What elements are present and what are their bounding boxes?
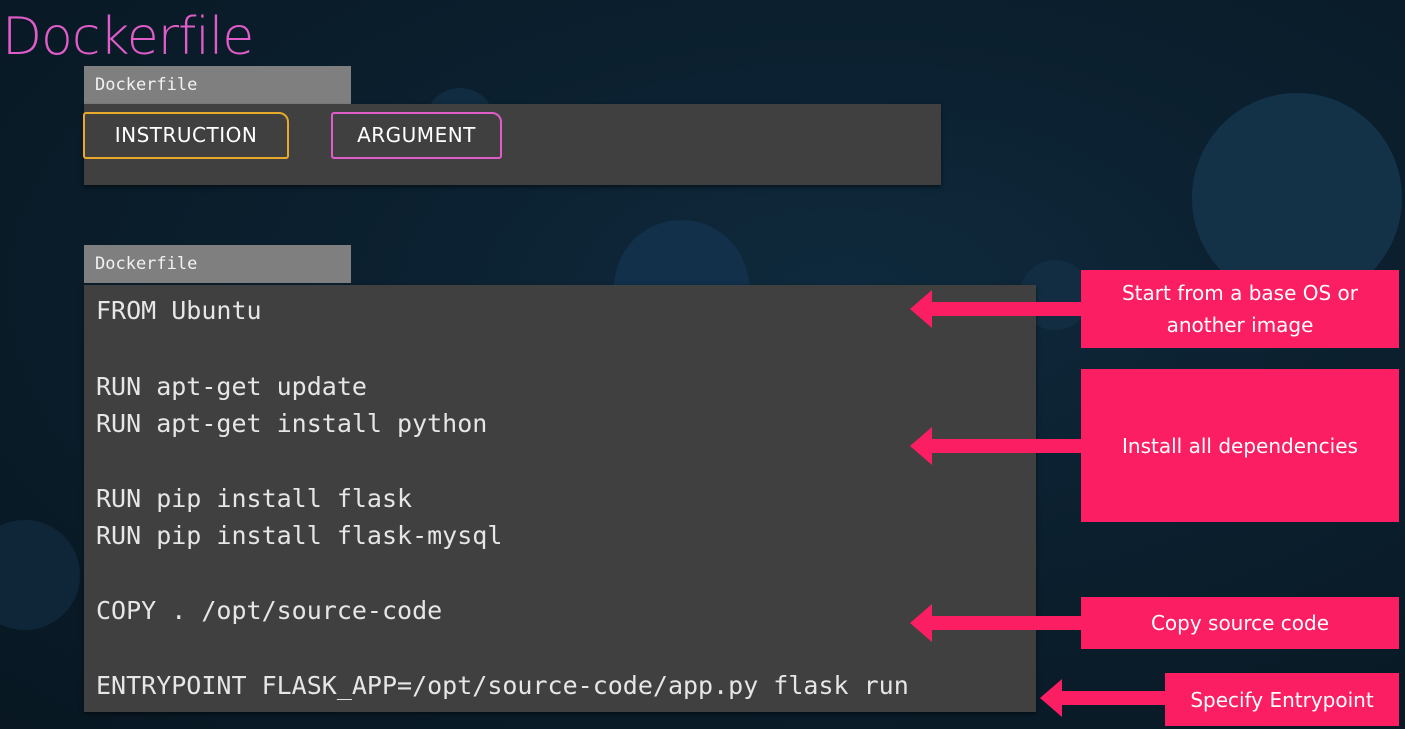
arrow-left-icon bbox=[910, 604, 1083, 642]
callout-base-os-text: Start from a base OS or another image bbox=[1121, 281, 1358, 337]
callout-copy-source-text: Copy source code bbox=[1150, 611, 1330, 635]
page-title: Dockerfile bbox=[2, 7, 254, 67]
bottom-dockerfile-tab: Dockerfile bbox=[84, 245, 351, 283]
arrow-left-icon bbox=[1040, 679, 1168, 717]
callout-dependencies-text: Install all dependencies bbox=[1122, 433, 1358, 458]
code-line: RUN pip install flask-mysql bbox=[96, 521, 503, 550]
code-line: RUN apt-get update bbox=[96, 372, 367, 401]
code-line: RUN pip install flask bbox=[96, 484, 413, 513]
callout-entrypoint: Specify Entrypoint bbox=[1165, 673, 1399, 726]
top-dockerfile-tab: Dockerfile bbox=[84, 66, 351, 104]
arrow-left-icon bbox=[910, 427, 1083, 465]
bottom-dockerfile-panel: FROM Ubuntu RUN apt-get update RUN apt-g… bbox=[84, 285, 1036, 712]
callout-base-os: Start from a base OS or another image bbox=[1081, 270, 1399, 348]
code-line: FROM Ubuntu bbox=[96, 296, 262, 325]
code-line: RUN apt-get install python bbox=[96, 409, 488, 438]
top-dockerfile-panel: INSTRUCTION ARGUMENT bbox=[83, 104, 941, 185]
callout-dependencies: Install all dependencies bbox=[1081, 369, 1399, 522]
instruction-chip: INSTRUCTION bbox=[83, 112, 289, 159]
callout-entrypoint-text: Specify Entrypoint bbox=[1190, 687, 1374, 712]
code-line: COPY . /opt/source-code bbox=[96, 596, 443, 625]
callout-copy-source: Copy source code bbox=[1081, 597, 1399, 649]
argument-chip: ARGUMENT bbox=[331, 112, 502, 159]
background-circle bbox=[0, 520, 80, 630]
code-line: ENTRYPOINT FLASK_APP=/opt/source-code/ap… bbox=[96, 671, 909, 700]
arrow-left-icon bbox=[910, 290, 1083, 328]
